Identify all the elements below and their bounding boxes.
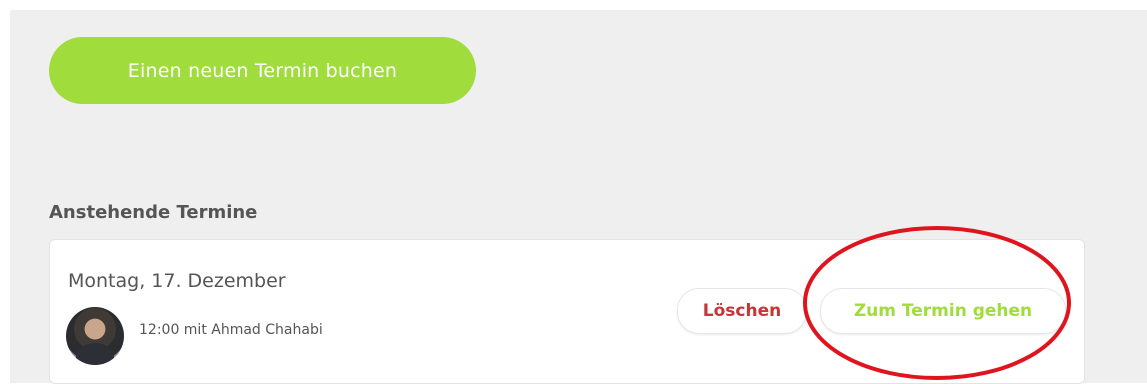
- appointment-date: Montag, 17. Dezember: [68, 270, 286, 292]
- appointment-card: Montag, 17. Dezember 12:00 mit Ahmad Cha…: [49, 239, 1085, 384]
- appointment-time-and-host: 12:00 mit Ahmad Chahabi: [139, 322, 323, 338]
- avatar: [66, 307, 124, 365]
- delete-appointment-button[interactable]: Löschen: [677, 288, 807, 334]
- go-to-appointment-button[interactable]: Zum Termin gehen: [820, 288, 1066, 334]
- appointments-panel: Einen neuen Termin buchen Anstehende Ter…: [10, 10, 1147, 384]
- avatar-shoulders: [76, 343, 114, 365]
- upcoming-appointments-heading: Anstehende Termine: [49, 202, 258, 223]
- book-new-appointment-button[interactable]: Einen neuen Termin buchen: [49, 37, 476, 104]
